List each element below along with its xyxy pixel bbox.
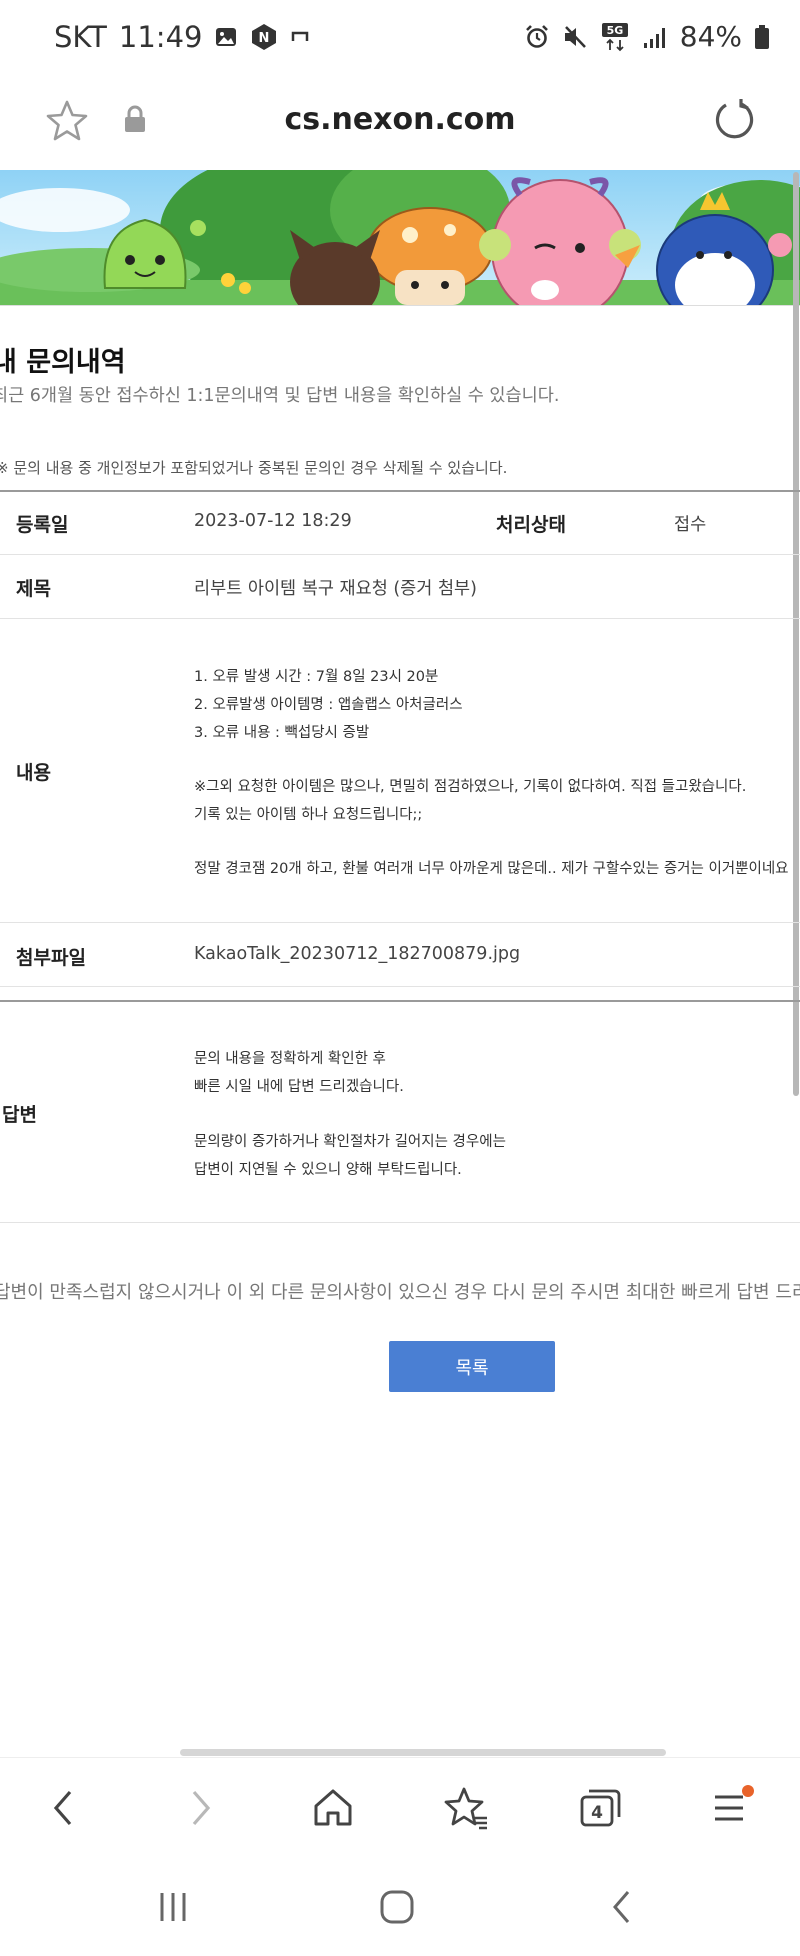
browser-url-bar: cs.nexon.com [0,86,800,171]
content-label: 내용 [16,762,51,784]
signal-icon [642,24,668,50]
carrier-label: SKT [54,20,107,54]
network-type-label: 5G [606,24,623,37]
attachment-label: 첨부파일 [16,947,86,969]
status-bar: SKT 11:49 N 5G 84% [0,0,800,86]
answer-label: 답변 [2,1104,37,1126]
home-icon [314,1789,352,1826]
back-button[interactable] [36,1780,92,1836]
home-circle-icon [380,1890,414,1924]
answer-bottom-border [0,1222,800,1223]
reload-icon [715,99,754,139]
page-subtitle: 최근 6개월 동안 접수하신 1:1문의내역 및 답변 내용을 확인하실 수 있… [0,386,560,406]
menu-icon [715,1785,754,1821]
status-left: SKT 11:49 N [54,20,310,54]
status-label: 처리상태 [496,514,566,536]
subject-value: 리부트 아이템 복구 재요청 (증거 첨부) [194,579,477,599]
home-nav-button[interactable] [367,1879,427,1935]
status-value: 접수 [674,515,707,535]
nexon-notification-icon: N [250,23,278,51]
recent-apps-button[interactable] [143,1879,203,1935]
status-right: 5G 84% [524,20,770,53]
bookmarks-icon [444,1787,487,1830]
recent-apps-icon [160,1893,186,1921]
bookmarks-button[interactable] [438,1780,494,1836]
content-line: 1. 오류 발생 시간 : 7월 8일 23시 20분 [194,669,439,685]
table-top-border [0,490,800,492]
tabs-icon: 4 [580,1789,621,1827]
tab-count: 4 [591,1803,603,1823]
network-5g-icon: 5G [600,22,630,52]
date-value: 2023-07-12 18:29 [194,511,352,531]
privacy-notice: ※ 문의 내용 중 개인정보가 포함되었거나 중복된 문의인 경우 삭제될 수 … [0,459,508,477]
list-button[interactable]: 목록 [389,1341,555,1392]
android-navigation-bar [0,1857,800,1956]
answer-line: 빠른 시일 내에 답변 드리겠습니다. [194,1079,404,1095]
subject-label: 제목 [16,578,51,600]
row-divider [0,554,800,555]
row-divider [0,986,800,987]
back-icon [53,1790,72,1826]
row-divider [0,922,800,923]
reload-button[interactable] [710,96,758,144]
content-line: 3. 오류 내용 : 빽섭당시 증발 [194,725,370,741]
forward-button[interactable] [172,1780,228,1836]
svg-text:N: N [259,31,270,46]
back-nav-icon [613,1891,630,1923]
answer-line: 문의 내용을 정확하게 확인한 후 [194,1051,386,1067]
content-line: 2. 오류발생 아이템명 : 앱솔랩스 아처글러스 [194,697,463,713]
attachment-file-link[interactable]: KakaoTalk_20230712_182700879.jpg [194,944,520,964]
answer-line: 문의량이 증가하거나 확인절차가 길어지는 경우에는 [194,1134,506,1150]
answer-top-border [0,1000,800,1002]
reinquiry-notice: 답변이 만족스럽지 않으시거나 이 외 다른 문의사항이 있으신 경우 다시 문… [0,1282,800,1303]
menu-button[interactable] [704,1780,760,1836]
content-line: ※그외 요청한 아이템은 많으나, 면밀히 점검하였으나, 기록이 없다하여. … [194,779,747,795]
gallery-notification-icon [214,25,238,49]
minimized-notification-icon [290,27,310,47]
forward-icon [192,1790,211,1826]
content-line: 기록 있는 아이템 하나 요청드립니다;; [194,807,423,823]
alarm-icon [524,24,550,50]
maplestory-banner-illustration [0,170,800,306]
vertical-scrollbar[interactable] [793,172,799,1096]
page-title: 내 문의내역 [0,347,126,378]
clock: 11:49 [118,20,203,54]
back-nav-button[interactable] [592,1879,652,1935]
battery-percent: 84% [679,20,742,53]
url-text[interactable]: cs.nexon.com [0,102,800,137]
battery-icon [754,24,770,50]
answer-line: 답변이 지연될 수 있으니 양해 부탁드립니다. [194,1162,462,1178]
date-label: 등록일 [16,514,69,536]
mute-icon [562,24,588,50]
home-button[interactable] [305,1780,361,1836]
notification-badge [742,1785,754,1797]
browser-bottom-toolbar: 4 [0,1757,800,1858]
content-line: 정말 경코잼 20개 하고, 환불 여러개 너무 아까운게 많은데.. 제가 구… [194,861,789,877]
row-divider [0,618,800,619]
tabs-button[interactable]: 4 [572,1780,628,1836]
horizontal-scrollbar[interactable] [180,1749,666,1756]
